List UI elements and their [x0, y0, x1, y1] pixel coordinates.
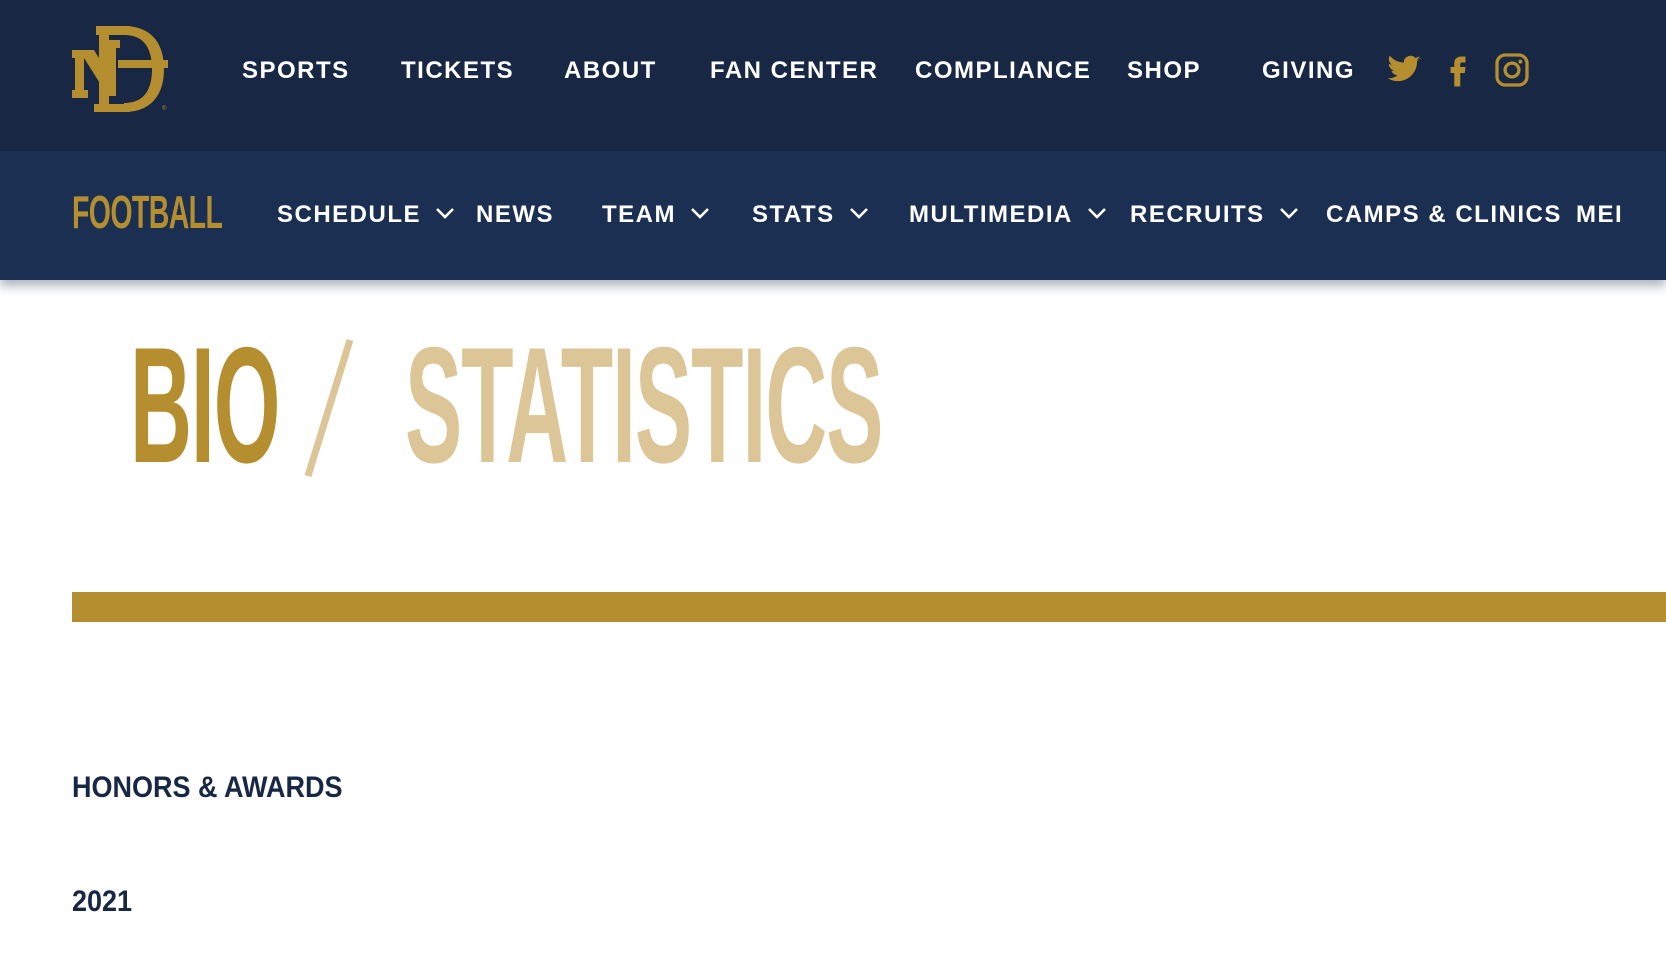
sport-nav-team[interactable]: TEAM — [602, 201, 710, 229]
sport-nav-label: TEAM — [602, 201, 676, 228]
section-heading: HONORS & AWARDS — [72, 771, 343, 804]
sport-nav-news[interactable]: NEWS — [476, 201, 554, 229]
sport-nav-label: SCHEDULE — [277, 201, 422, 228]
facebook-icon[interactable] — [1440, 52, 1476, 88]
sport-nav-schedule[interactable]: SCHEDULE — [277, 201, 455, 229]
sport-nav-label: CAMPS & CLINICS — [1326, 201, 1562, 228]
top-nav-compliance[interactable]: COMPLIANCE — [915, 57, 1091, 85]
section-divider-bar — [72, 592, 1666, 622]
top-nav-tickets[interactable]: TICKETS — [401, 57, 514, 85]
twitter-icon[interactable] — [1386, 52, 1422, 88]
top-nav-about[interactable]: ABOUT — [564, 57, 657, 85]
sport-nav-bar: FOOTBALL SCHEDULE NEWS TEAM STATS MULTIM… — [0, 151, 1666, 280]
chevron-down-icon — [1279, 207, 1298, 219]
sport-nav-camps-clinics[interactable]: CAMPS & CLINICS — [1326, 201, 1562, 229]
top-header: ® SPORTS TICKETS ABOUT FAN CENTER COMPLI… — [0, 0, 1666, 151]
sport-nav-label: STATS — [752, 201, 835, 228]
chevron-down-icon — [436, 207, 454, 219]
chevron-down-icon — [691, 207, 709, 219]
sport-nav-label: RECRUITS — [1130, 201, 1265, 228]
chevron-down-icon — [849, 207, 868, 219]
sport-nav-stats[interactable]: STATS — [752, 201, 869, 229]
instagram-icon[interactable] — [1494, 52, 1530, 88]
tab-statistics[interactable]: STATISTICS — [405, 323, 883, 488]
sport-nav-label: MEI — [1576, 201, 1624, 228]
sport-nav-recruits[interactable]: RECRUITS — [1130, 201, 1299, 229]
top-nav-giving[interactable]: GIVING — [1262, 57, 1355, 85]
sport-nav-multimedia[interactable]: MULTIMEDIA — [909, 201, 1107, 229]
tab-separator — [304, 338, 354, 478]
tab-bio[interactable]: BIO — [130, 323, 280, 488]
chevron-down-icon — [1087, 207, 1106, 219]
sport-nav-more[interactable]: MEI — [1576, 201, 1623, 229]
sport-nav-label: NEWS — [476, 201, 554, 228]
top-nav-sports[interactable]: SPORTS — [242, 57, 350, 85]
year-heading: 2021 — [72, 885, 133, 918]
top-nav-fan-center[interactable]: FAN CENTER — [710, 57, 878, 85]
sport-nav-label: MULTIMEDIA — [909, 201, 1073, 228]
top-nav-shop[interactable]: SHOP — [1127, 57, 1201, 85]
sport-title[interactable]: FOOTBALL — [72, 187, 223, 237]
top-nav: SPORTS TICKETS ABOUT FAN CENTER COMPLIAN… — [0, 0, 1666, 151]
